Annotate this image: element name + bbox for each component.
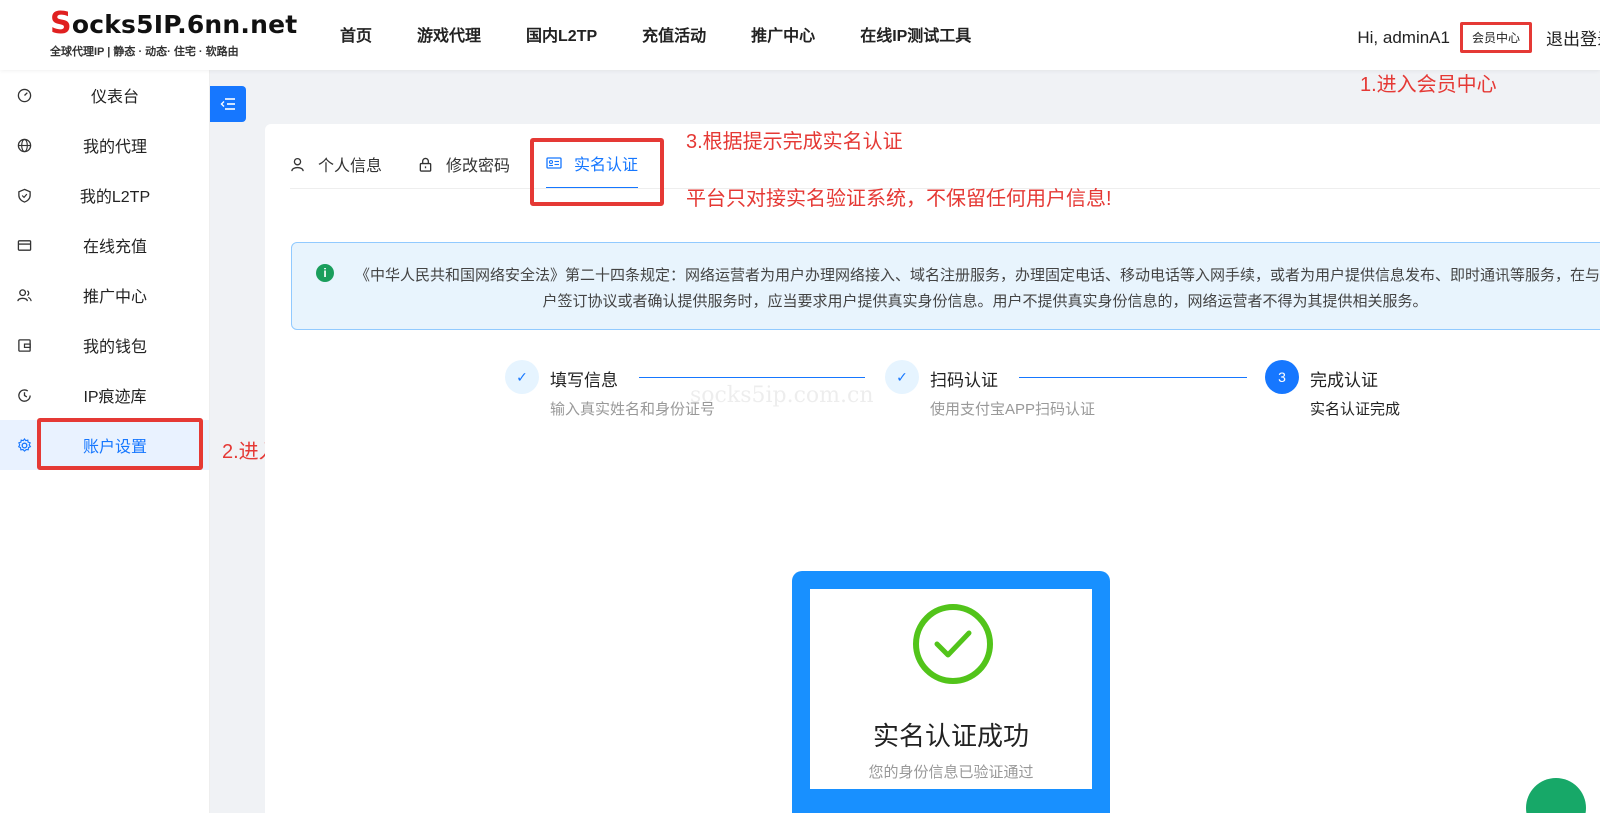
sidebar-item-label: IP痕迹库 [83, 389, 147, 406]
sidebar-item-my-l2tp[interactable]: 我的L2TP [0, 170, 209, 220]
sidebar-collapse-button[interactable] [210, 86, 246, 122]
step-done-check-icon: ✓ [505, 360, 539, 394]
annotation-highlight-verification-tab [530, 138, 664, 206]
tab-label: 个人信息 [318, 158, 383, 175]
user-area: Hi, adminA1 会员中心 退出登录 [1357, 22, 1600, 53]
tab-personal-info[interactable]: 个人信息 [290, 139, 382, 189]
nav-ip-test[interactable]: 在线IP测试工具 [860, 22, 971, 46]
sidebar-item-label: 我的L2TP [79, 189, 151, 206]
step-connector [639, 377, 865, 378]
step-description: 使用支付宝APP扫码认证 [930, 401, 1096, 418]
legal-notice-alert: i 《中华人民共和国网络安全法》第二十四条规定：网络运营者为用户办理网络接入、域… [291, 242, 1600, 330]
step-connector [1019, 377, 1247, 378]
main-nav: 首页 游戏代理 国内L2TP 充值活动 推广中心 在线IP测试工具 [340, 22, 1016, 46]
site-logo[interactable]: Socks5IP.6nn.net 全球代理IP | 静态 · 动态· 住宅 · … [50, 6, 297, 59]
nav-l2tp[interactable]: 国内L2TP [526, 22, 597, 46]
annotation-highlight-account-settings [37, 418, 203, 470]
verification-result-frame: 实名认证成功 您的身份信息已验证通过 [792, 571, 1110, 813]
logo-title: Socks5IP.6nn.net [50, 6, 298, 41]
verification-steps: ✓ 填写信息 输入真实姓名和身份证号 ✓ 扫码认证 使用支付宝APP扫码认证 3… [505, 360, 1600, 450]
sidebar-item-promotion[interactable]: 推广中心 [0, 270, 209, 320]
user-icon [290, 156, 306, 172]
watermark: socks5ip.com.cn [690, 383, 874, 408]
nav-recharge[interactable]: 充值活动 [642, 22, 706, 46]
annotation-step3: 3.根据提示完成实名认证 [686, 131, 903, 153]
success-check-icon [913, 604, 993, 684]
sidebar-item-my-proxy[interactable]: 我的代理 [0, 120, 209, 170]
sidebar-item-label: 仪表台 [90, 89, 139, 106]
legal-notice-text: 《中华人民共和国网络安全法》第二十四条规定：网络运营者为用户办理网络接入、域名注… [354, 267, 1600, 310]
sidebar-item-recharge[interactable]: 在线充值 [0, 220, 209, 270]
sidebar-item-wallet[interactable]: 我的钱包 [0, 320, 209, 370]
sidebar-item-label: 在线充值 [82, 239, 147, 256]
nav-promotion[interactable]: 推广中心 [751, 22, 815, 46]
sidebar-item-label: 我的钱包 [82, 339, 147, 356]
tab-change-password[interactable]: 修改密码 [418, 139, 510, 189]
logo-tagline: 全球代理IP | 静态 · 动态· 住宅 · 软路由 [50, 46, 239, 58]
annotation-step1: 1.进入会员中心 [1360, 74, 1497, 96]
sidebar-item-dashboard[interactable]: 仪表台 [0, 70, 209, 120]
tab-label: 修改密码 [446, 158, 511, 175]
sidebar-item-ip-history[interactable]: IP痕迹库 [0, 370, 209, 420]
top-navbar: Socks5IP.6nn.net 全球代理IP | 静态 · 动态· 住宅 · … [0, 0, 1600, 70]
result-title: 实名认证成功 [872, 721, 1029, 751]
nav-game-proxy[interactable]: 游戏代理 [417, 22, 481, 46]
step-done-check-icon: ✓ [885, 360, 919, 394]
step-title: 扫码认证 [930, 371, 998, 390]
menu-fold-icon [220, 98, 235, 110]
step-number-badge: 3 [1265, 360, 1299, 394]
result-subtitle: 您的身份信息已验证通过 [868, 764, 1034, 781]
user-greeting: Hi, adminA1 [1357, 27, 1450, 47]
lock-icon [418, 156, 434, 172]
sidebar-item-label: 我的代理 [82, 139, 147, 156]
nav-home[interactable]: 首页 [340, 22, 372, 46]
step-description: 实名认证完成 [1310, 401, 1401, 418]
logout-link[interactable]: 退出登录 [1546, 25, 1600, 50]
step-title: 填写信息 [550, 371, 618, 390]
info-icon: i [316, 264, 334, 282]
annotation-privacy-note: 平台只对接实名验证系统，不保留任何用户信息! [686, 188, 1112, 210]
verification-result-panel: 实名认证成功 您的身份信息已验证通过 [810, 589, 1092, 789]
sidebar-item-label: 推广中心 [82, 289, 147, 306]
member-center-button[interactable]: 会员中心 [1459, 22, 1532, 53]
step-title: 完成认证 [1310, 371, 1378, 390]
